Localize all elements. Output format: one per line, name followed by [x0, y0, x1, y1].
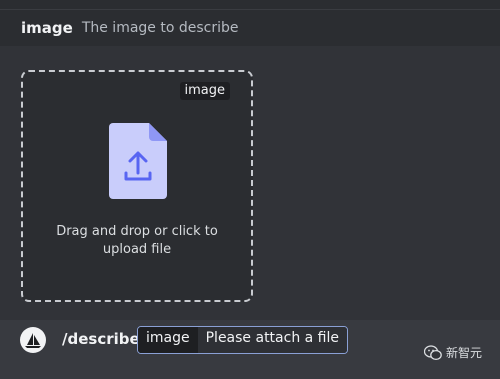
- app-root: image The image to describe image Drag a…: [0, 0, 500, 379]
- dropzone-instructions: Drag and drop or click to upload file: [23, 223, 251, 259]
- sailboat-icon: [25, 333, 41, 348]
- option-description: The image to describe: [81, 20, 239, 36]
- watermark: 新智元: [423, 344, 482, 361]
- upload-dropzone[interactable]: image Drag and drop or click to upload f…: [21, 70, 253, 302]
- parameter-placeholder[interactable]: Please attach a file: [197, 327, 347, 353]
- option-name: image: [21, 19, 73, 37]
- command-name: /describe: [62, 330, 140, 348]
- wechat-icon: [423, 344, 442, 360]
- file-upload-icon: [109, 123, 167, 199]
- bot-avatar: [20, 327, 46, 353]
- dropzone-line-1: Drag and drop or click to: [56, 224, 218, 239]
- command-parameter-field[interactable]: image Please attach a file: [137, 326, 348, 354]
- parameter-label: image: [138, 327, 198, 353]
- top-strip: [0, 0, 500, 9]
- dropzone-tag: image: [179, 82, 230, 100]
- watermark-text: 新智元: [445, 346, 482, 360]
- dropzone-line-2: upload file: [102, 242, 172, 257]
- option-header: image The image to describe: [0, 9, 500, 46]
